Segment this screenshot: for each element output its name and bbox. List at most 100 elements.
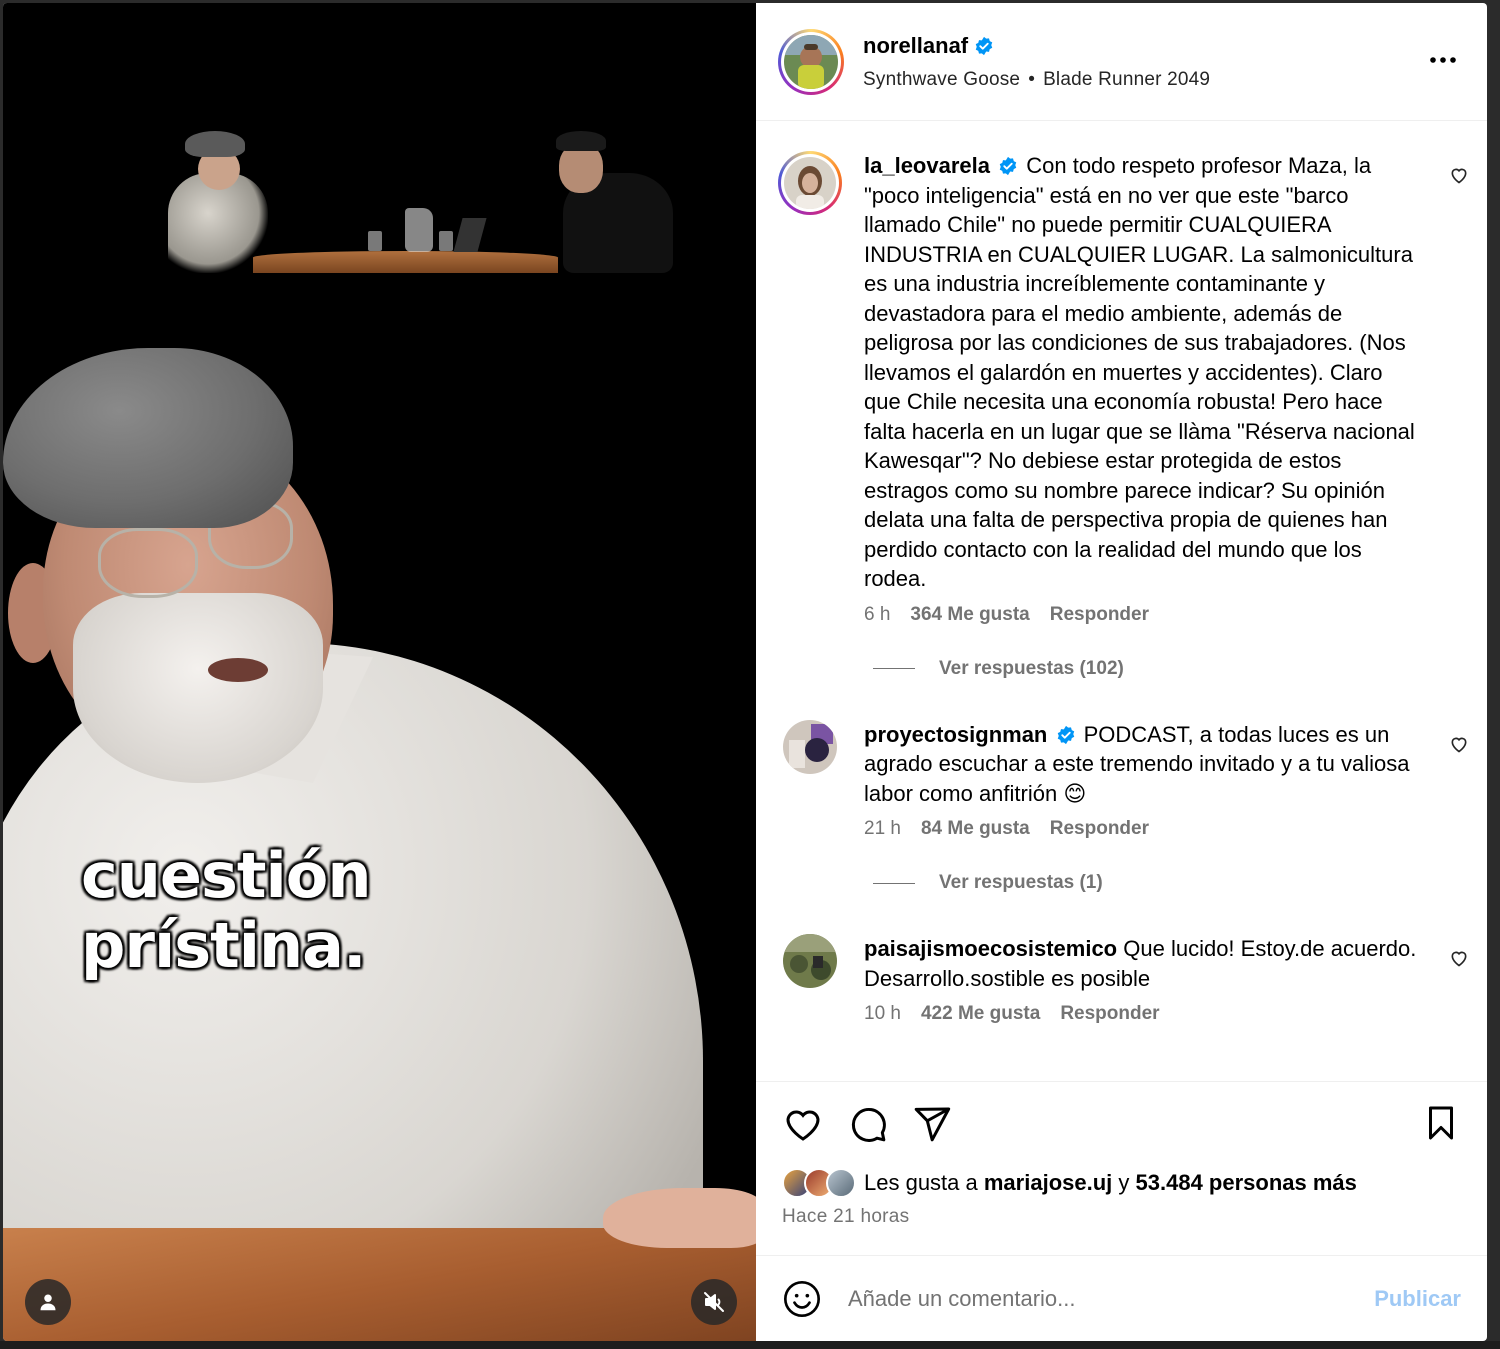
replies-line xyxy=(873,882,915,884)
verified-badge-icon xyxy=(1057,725,1074,744)
comment-item: la_leovarela Con todo respeto profesor M… xyxy=(778,151,1487,626)
comment-body: la_leovarela Con todo respeto profesor M… xyxy=(864,151,1424,626)
comment-input[interactable] xyxy=(848,1285,1375,1312)
header-subline: Synthwave Goose • Blade Runner 2049 xyxy=(863,69,1210,91)
emoji-icon[interactable] xyxy=(782,1279,822,1319)
comment-username[interactable]: proyectosignman xyxy=(864,722,1047,747)
post-time[interactable]: Hace 21 horas xyxy=(782,1206,1463,1228)
avatar[interactable] xyxy=(783,934,837,988)
comment-text: Con todo respeto profesor Maza, la "poco… xyxy=(864,153,1415,591)
view-replies-label: Ver respuestas (1) xyxy=(939,872,1103,893)
likes-prefix: Les gusta a xyxy=(864,1170,978,1195)
comment-like-button[interactable] xyxy=(1449,948,1469,973)
replies-line xyxy=(873,668,915,669)
inset-glass xyxy=(439,231,453,251)
comment-likes[interactable]: 422 Me gusta xyxy=(921,1003,1040,1025)
header-text: norellanaf Synthwave Goose • Blade Runner … xyxy=(863,33,1210,91)
comment-time[interactable]: 6 h xyxy=(864,604,890,626)
comment-avatar-ring[interactable] xyxy=(778,151,842,215)
comment-body: proyectosignman PODCAST, a todas luces e… xyxy=(864,720,1424,841)
verified-badge-icon xyxy=(975,36,993,55)
heart-icon xyxy=(1451,951,1467,967)
view-replies-button[interactable]: Ver respuestas (1) xyxy=(873,872,1487,894)
comments-list[interactable]: la_leovarela Con todo respeto profesor M… xyxy=(756,121,1487,1081)
comment-meta: 10 h 422 Me gusta Responder xyxy=(864,1003,1424,1025)
inset-pitcher xyxy=(405,208,433,252)
speaker-muted-icon xyxy=(704,1292,724,1312)
comment-avatar-wrap xyxy=(778,719,842,841)
guest-mouth xyxy=(208,658,268,682)
inset-host-cap xyxy=(556,131,606,151)
separator-dot: • xyxy=(1028,68,1036,90)
reply-button[interactable]: Responder xyxy=(1060,1003,1159,1025)
like-heart-icon[interactable] xyxy=(782,1104,824,1144)
caption-line-2: prístina. xyxy=(81,909,367,982)
post-modal: cuestión prístina. norellanaf Synthwave … xyxy=(3,3,1487,1341)
comment-time[interactable]: 10 h xyxy=(864,1003,901,1025)
comment-avatar-frame xyxy=(781,154,839,212)
liker-avatars xyxy=(782,1168,856,1198)
comment-item: paisajismoecosistemico Que lucido! Estoy… xyxy=(778,934,1487,1025)
author-username[interactable]: norellanaf xyxy=(863,33,968,59)
guest-hand xyxy=(603,1188,756,1248)
comment-username[interactable]: paisajismoecosistemico xyxy=(864,936,1117,961)
comment-meta: 6 h 364 Me gusta Responder xyxy=(864,604,1424,626)
audio-link[interactable]: Synthwave Goose xyxy=(863,69,1020,90)
inset-glass xyxy=(368,231,382,251)
story-ring[interactable] xyxy=(778,28,844,95)
comment-text-block: paisajismoecosistemico Que lucido! Estoy… xyxy=(864,934,1424,993)
comment-likes[interactable]: 84 Me gusta xyxy=(921,818,1030,840)
author-row: norellanaf xyxy=(863,33,1210,59)
comment-item: proyectosignman PODCAST, a todas luces e… xyxy=(778,719,1487,841)
guest-cap xyxy=(3,348,293,528)
location-link[interactable]: Blade Runner 2049 xyxy=(1043,69,1210,90)
avatar-frame xyxy=(781,31,841,92)
comment-like-button[interactable] xyxy=(1449,734,1469,759)
backdrop-bottom xyxy=(0,1341,1500,1349)
mute-toggle-button[interactable] xyxy=(691,1279,737,1325)
publish-button[interactable]: Publicar xyxy=(1374,1286,1461,1312)
others-likes-link[interactable]: 53.484 personas más xyxy=(1136,1170,1357,1196)
avatar xyxy=(784,34,838,89)
post-side-panel: norellanaf Synthwave Goose • Blade Runner … xyxy=(756,3,1487,1341)
reply-button[interactable]: Responder xyxy=(1050,818,1149,840)
bookmark-icon[interactable] xyxy=(1423,1104,1459,1142)
action-icons xyxy=(782,1104,1463,1144)
comment-text-block: la_leovarela Con todo respeto profesor M… xyxy=(864,151,1424,594)
comment-bubble-icon[interactable] xyxy=(848,1104,888,1144)
view-replies-label: Ver respuestas (102) xyxy=(939,657,1124,679)
comment-text-block: proyectosignman PODCAST, a todas luces e… xyxy=(864,720,1424,809)
more-options-button[interactable] xyxy=(1429,51,1457,69)
comment-meta: 21 h 84 Me gusta Responder xyxy=(864,818,1424,840)
heart-icon xyxy=(1451,168,1467,184)
liked-by-username[interactable]: mariajose.uj xyxy=(984,1170,1112,1196)
post-header: norellanaf Synthwave Goose • Blade Runner … xyxy=(756,3,1487,121)
caption-line-1: cuestión xyxy=(81,839,371,912)
comment-time[interactable]: 21 h xyxy=(864,818,901,840)
video-caption: cuestión prístina. xyxy=(81,839,371,982)
likes-summary: Les gusta a mariajose.uj y 53.484 person… xyxy=(782,1168,1463,1198)
inset-guest-cap xyxy=(185,131,245,157)
reply-button[interactable]: Responder xyxy=(1050,604,1149,626)
heart-icon xyxy=(1451,737,1467,752)
inset-table xyxy=(253,251,558,273)
avatar xyxy=(784,157,836,209)
liker-avatar xyxy=(826,1168,856,1198)
comment-avatar-wrap xyxy=(778,934,842,1025)
comment-likes[interactable]: 364 Me gusta xyxy=(910,604,1029,626)
view-replies-button[interactable]: Ver respuestas (102) xyxy=(873,658,1487,680)
more-horizontal-icon xyxy=(1430,57,1456,63)
comment-username[interactable]: la_leovarela xyxy=(864,153,990,178)
guest-glasses-left xyxy=(98,528,198,598)
video-player[interactable]: cuestión prístina. xyxy=(3,3,756,1341)
avatar[interactable] xyxy=(783,719,837,774)
share-send-icon[interactable] xyxy=(912,1104,952,1144)
comment-composer: Publicar xyxy=(756,1255,1487,1341)
tagged-users-button[interactable] xyxy=(25,1279,71,1325)
comment-like-button[interactable] xyxy=(1449,165,1469,190)
post-actions: Les gusta a mariajose.uj y 53.484 person… xyxy=(756,1081,1487,1255)
likes-conjunction: y xyxy=(1118,1170,1130,1195)
backdrop-right xyxy=(1487,0,1500,1349)
guest-beard xyxy=(73,593,323,783)
verified-badge-icon xyxy=(999,156,1017,176)
